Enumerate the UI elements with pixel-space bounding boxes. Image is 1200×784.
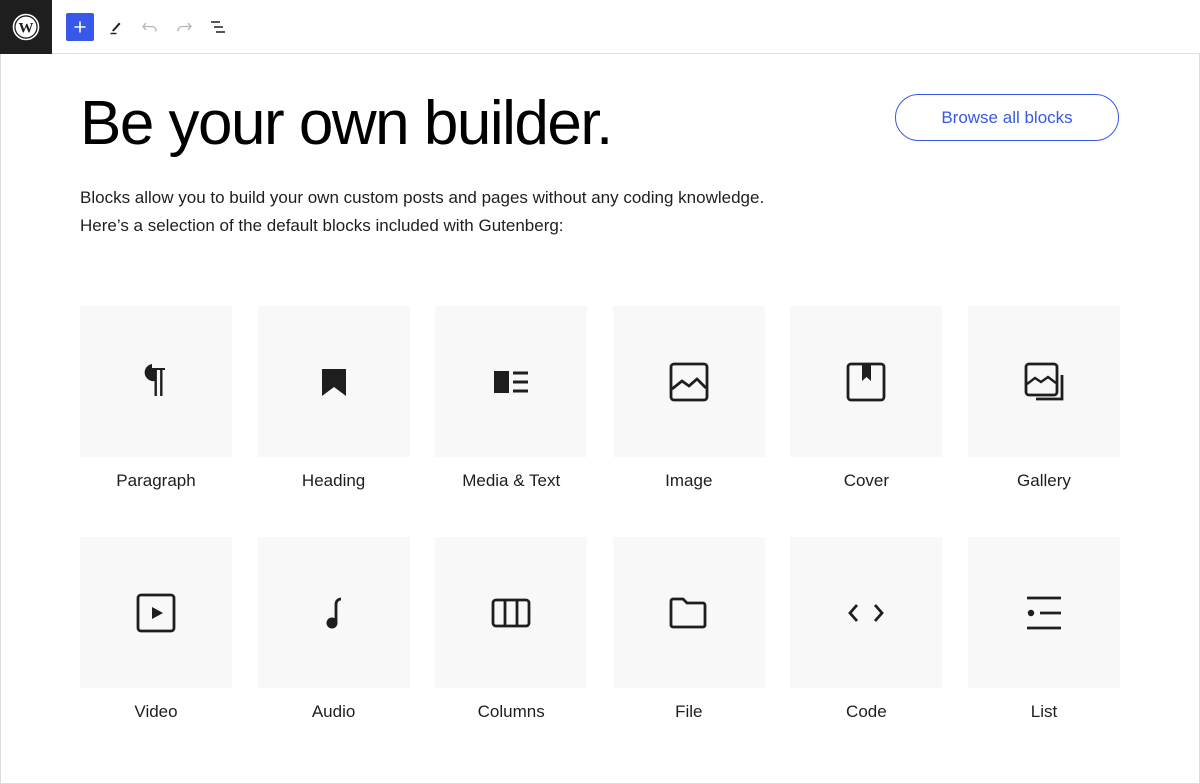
block-grid: Paragraph Heading Media & Text Image Cov… — [80, 306, 1120, 768]
block-tile — [790, 306, 943, 457]
block-list[interactable]: List — [967, 537, 1120, 768]
paragraph-icon — [144, 363, 165, 396]
list-view-icon — [211, 21, 225, 33]
browse-all-blocks-button[interactable]: Browse all blocks — [895, 94, 1119, 141]
block-video[interactable]: Video — [80, 537, 232, 768]
block-label: Video — [134, 702, 178, 721]
editor-toolbar: W — [0, 0, 1200, 54]
cover-icon — [846, 362, 886, 401]
block-label: Code — [846, 702, 887, 721]
block-columns[interactable]: Columns — [435, 537, 588, 768]
block-audio[interactable]: Audio — [257, 537, 410, 768]
description: Blocks allow you to build your own custo… — [80, 184, 764, 240]
block-media-text[interactable]: Media & Text — [435, 306, 588, 537]
description-line: Here’s a selection of the default blocks… — [80, 216, 564, 235]
redo-button[interactable] — [170, 13, 198, 41]
svg-text:W: W — [19, 21, 34, 37]
block-label: Heading — [301, 471, 366, 490]
plus-icon — [74, 21, 86, 33]
block-gallery[interactable]: Gallery — [967, 306, 1120, 537]
block-code[interactable]: Code — [790, 537, 943, 768]
block-tile — [435, 306, 588, 457]
document-overview-button[interactable] — [204, 13, 232, 41]
block-tile — [967, 537, 1120, 688]
code-icon — [848, 603, 885, 622]
block-label: File — [675, 702, 703, 721]
block-label: Gallery — [1017, 471, 1071, 490]
video-icon — [136, 593, 176, 632]
block-tile — [80, 537, 232, 688]
description-line: Blocks allow you to build your own custo… — [80, 188, 765, 207]
gallery-icon — [1024, 362, 1064, 400]
bookmark-icon — [321, 368, 346, 396]
block-tile — [967, 306, 1120, 457]
page-title: Be your own builder. — [80, 89, 613, 158]
pencil-icon — [110, 22, 121, 35]
block-label: Columns — [477, 702, 545, 721]
block-tile — [612, 537, 765, 688]
add-block-button[interactable] — [66, 13, 94, 41]
block-tile — [790, 537, 943, 688]
block-label: Media & Text — [462, 471, 561, 490]
block-paragraph[interactable]: Paragraph — [80, 306, 232, 537]
block-label: Paragraph — [116, 471, 196, 490]
block-file[interactable]: File — [612, 537, 765, 768]
block-image[interactable]: Image — [612, 306, 765, 537]
tools-button[interactable] — [102, 13, 130, 41]
block-tile — [80, 306, 232, 457]
block-label: Image — [665, 471, 713, 490]
block-heading[interactable]: Heading — [257, 306, 410, 537]
block-tile — [612, 306, 765, 457]
file-icon — [669, 597, 707, 628]
block-cover[interactable]: Cover — [790, 306, 943, 537]
redo-icon — [177, 22, 192, 32]
media-text-icon — [494, 370, 529, 393]
block-tile — [257, 537, 410, 688]
undo-icon — [142, 22, 157, 32]
block-label: Audio — [311, 702, 356, 721]
audio-icon — [326, 597, 341, 628]
block-tile — [257, 306, 410, 457]
block-tile — [435, 537, 588, 688]
columns-icon — [491, 598, 531, 627]
undo-button[interactable] — [136, 13, 164, 41]
wordpress-logo-icon[interactable]: W — [0, 0, 52, 54]
block-label: List — [1030, 702, 1058, 721]
image-icon — [669, 362, 709, 401]
block-label: Cover — [843, 471, 890, 490]
list-icon — [1026, 596, 1061, 629]
